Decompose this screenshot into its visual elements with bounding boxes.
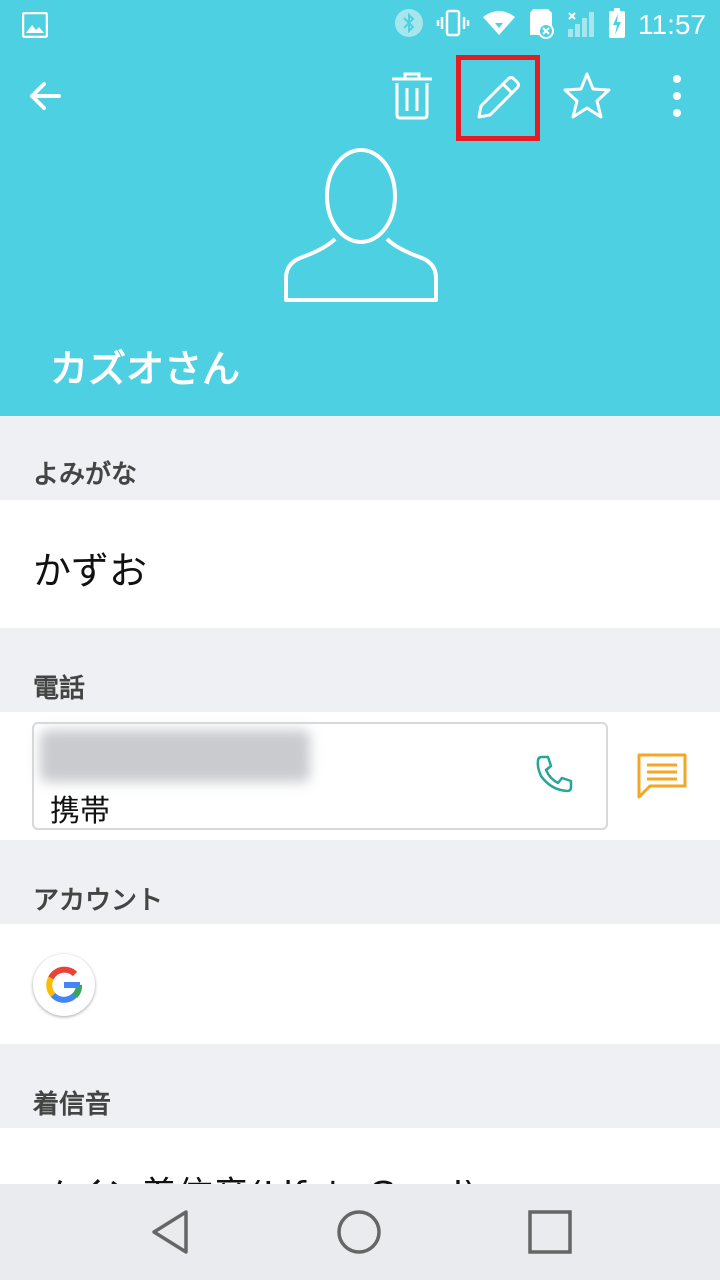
- image-icon: [21, 11, 49, 42]
- back-arrow-icon: [30, 82, 61, 110]
- more-vert-icon: [673, 75, 681, 117]
- avatar: [280, 146, 442, 306]
- battery-charging-icon: [608, 7, 626, 43]
- vibrate-icon: [436, 8, 470, 42]
- delete-button[interactable]: [380, 52, 444, 140]
- phone-number-blurred: [40, 730, 310, 782]
- person-icon: [284, 148, 438, 302]
- trash-icon: [392, 72, 432, 120]
- nav-recents-button[interactable]: [520, 1202, 580, 1262]
- no-signal-icon: [566, 7, 596, 43]
- navigation-bar: [0, 1184, 720, 1280]
- section-label-yomigana: よみがな: [33, 460, 138, 490]
- contact-name: カズオさん: [50, 347, 241, 391]
- pencil-icon: [477, 76, 520, 119]
- bluetooth-icon: [394, 8, 424, 42]
- toolbar: [0, 52, 720, 142]
- star-icon: [563, 72, 611, 119]
- yomigana-value: かずお: [33, 549, 148, 593]
- call-button[interactable]: [534, 754, 584, 804]
- account-row: [0, 924, 720, 1044]
- nav-recents-icon: [528, 1210, 572, 1254]
- message-icon: [637, 753, 687, 799]
- contact-header: 11:57 カズオさん: [0, 0, 720, 416]
- nav-back-button[interactable]: [140, 1202, 200, 1262]
- nav-home-icon: [337, 1210, 381, 1254]
- status-bar: 11:57: [0, 0, 720, 50]
- message-button[interactable]: [636, 752, 694, 804]
- ringtone-row[interactable]: メイン着信音(Life's Good): [0, 1128, 720, 1184]
- wifi-icon: [482, 9, 516, 41]
- ringtone-value: メイン着信音(Life's Good): [33, 1166, 477, 1184]
- more-options-button[interactable]: [650, 52, 704, 140]
- status-time: 11:57: [638, 9, 706, 40]
- section-label-account: アカウント: [33, 886, 164, 916]
- phone-entry[interactable]: 携帯: [32, 722, 608, 830]
- edit-button[interactable]: [456, 55, 540, 141]
- section-label-phone: 電話: [33, 674, 86, 704]
- google-account-badge[interactable]: [33, 954, 95, 1016]
- nav-home-button[interactable]: [329, 1202, 389, 1262]
- google-icon: [46, 966, 82, 1003]
- section-label-ringtone: 着信音: [33, 1090, 112, 1120]
- phone-row: 携帯: [0, 712, 720, 840]
- favorite-button[interactable]: [552, 52, 622, 140]
- phone-icon: [536, 755, 573, 793]
- phone-type-label: 携帯: [50, 794, 110, 829]
- nav-back-icon: [152, 1210, 188, 1254]
- yomigana-row: かずお: [0, 500, 720, 628]
- back-button[interactable]: [10, 52, 80, 140]
- sd-card-icon: [528, 7, 554, 43]
